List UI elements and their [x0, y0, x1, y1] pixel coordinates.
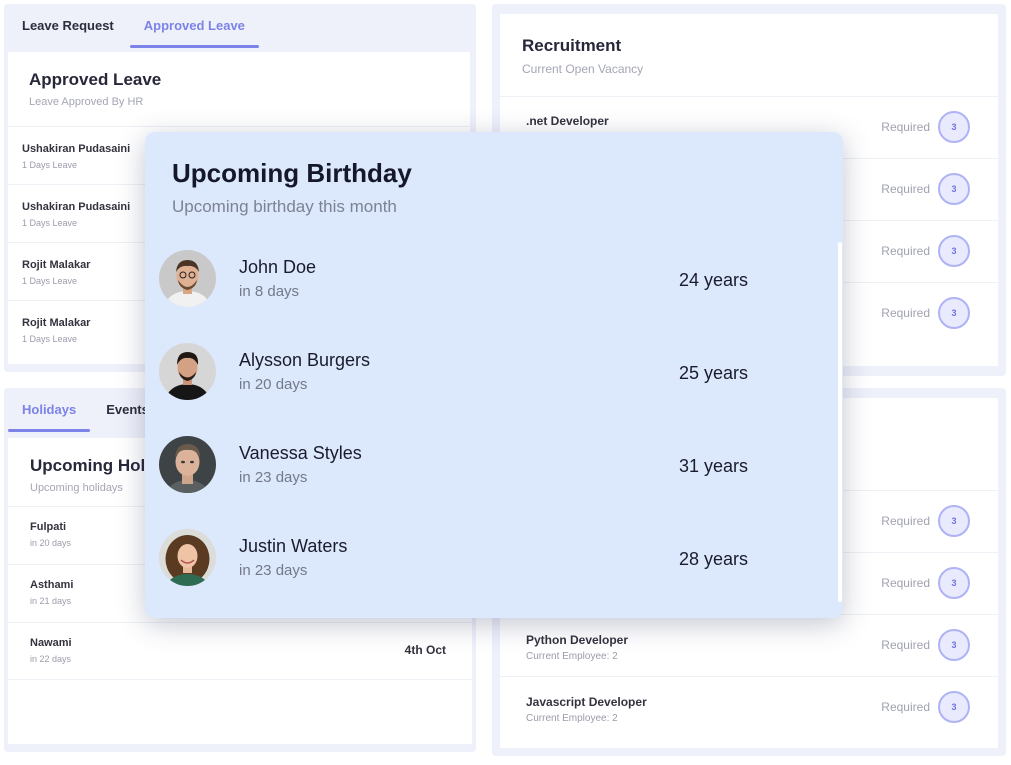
holiday-row[interactable]: Nawami in 22 days 4th Oct — [8, 622, 472, 680]
holidays-tabs: Holidays Events — [8, 388, 163, 432]
employee-row[interactable]: Javascript Developer Current Employee: 2… — [500, 676, 998, 738]
leave-row-meta: 1 Days Leave — [22, 160, 78, 170]
required-count: Required 3 — [881, 235, 970, 267]
upcoming-birthday-modal: Upcoming Birthday Upcoming birthday this… — [145, 132, 843, 618]
leave-row-name: Ushakiran Pudasaini — [22, 201, 131, 213]
person-days-until: in 23 days — [239, 562, 308, 579]
employee-role: Javascript Developer — [526, 695, 647, 709]
required-count-badge: 3 — [938, 629, 970, 661]
required-count-badge: 3 — [938, 173, 970, 205]
approved-leave-subtitle: Leave Approved By HR — [29, 96, 144, 108]
avatar — [159, 250, 216, 307]
recruitment-title: Recruitment — [522, 36, 622, 55]
person-name: Alysson Burgers — [239, 350, 371, 370]
birthday-scrollbar[interactable] — [838, 242, 842, 602]
required-count-badge: 3 — [938, 297, 970, 329]
person-age: 25 years — [679, 363, 749, 383]
required-label: Required — [881, 514, 930, 528]
required-label: Required — [881, 306, 930, 320]
required-count: Required 3 — [881, 111, 970, 143]
birthday-list-item[interactable]: John Doe in 8 days 24 years — [159, 250, 799, 310]
avatar — [159, 343, 216, 400]
holiday-meta: in 21 days — [30, 596, 72, 606]
leave-row-name: Rojit Malakar — [22, 317, 91, 329]
holiday-date: 4th Oct — [404, 643, 446, 657]
person-name: Vanessa Styles — [239, 443, 362, 463]
employee-meta: Current Employee: 2 — [526, 713, 618, 724]
birthday-list-item[interactable]: Justin Waters in 23 days 28 years — [159, 529, 799, 589]
required-label: Required — [881, 244, 930, 258]
person-age: 28 years — [679, 549, 749, 569]
required-count-badge: 3 — [938, 691, 970, 723]
holiday-name: Nawami — [30, 637, 72, 649]
required-count: Required 3 — [881, 629, 970, 661]
required-count-badge: 3 — [938, 567, 970, 599]
vacancy-role: .net Developer — [526, 114, 609, 128]
birthday-list-item[interactable]: Alysson Burgers in 20 days 25 years — [159, 343, 799, 403]
required-label: Required — [881, 638, 930, 652]
required-count-badge: 3 — [938, 111, 970, 143]
employee-meta: Current Employee: 2 — [526, 651, 618, 662]
required-count: Required 3 — [881, 567, 970, 599]
holiday-meta: in 22 days — [30, 654, 72, 664]
tab-holidays[interactable]: Holidays — [8, 388, 91, 432]
employee-row[interactable]: Python Developer Current Employee: 2 Req… — [500, 614, 998, 676]
tab-leave-request[interactable]: Leave Request — [8, 4, 128, 48]
required-count: Required 3 — [881, 173, 970, 205]
birthday-subtitle: Upcoming birthday this month — [172, 197, 397, 216]
required-count-badge: 3 — [938, 235, 970, 267]
leave-row-name: Ushakiran Pudasaini — [22, 143, 131, 155]
approved-leave-title: Approved Leave — [29, 70, 162, 89]
required-label: Required — [881, 700, 930, 714]
recruitment-subtitle: Current Open Vacancy — [522, 62, 644, 76]
holiday-name: Asthami — [30, 579, 74, 591]
holidays-subtitle: Upcoming holidays — [30, 482, 123, 494]
holiday-meta: in 20 days — [30, 538, 72, 548]
person-name: Justin Waters — [239, 536, 348, 556]
person-days-until: in 20 days — [239, 376, 308, 393]
person-age: 24 years — [679, 270, 749, 290]
required-count-badge: 3 — [938, 505, 970, 537]
leave-tabs: Leave Request Approved Leave — [8, 4, 260, 48]
employee-role: Python Developer — [526, 633, 629, 647]
person-age: 31 years — [679, 456, 749, 476]
leave-row-meta: 1 Days Leave — [22, 276, 78, 286]
person-name: John Doe — [239, 257, 317, 277]
avatar — [159, 529, 216, 586]
tab-approved-leave[interactable]: Approved Leave — [129, 4, 260, 48]
required-label: Required — [881, 120, 930, 134]
birthday-list-item[interactable]: Vanessa Styles in 23 days 31 years — [159, 436, 799, 496]
required-count: Required 3 — [881, 691, 970, 723]
leave-row-meta: 1 Days Leave — [22, 334, 78, 344]
required-label: Required — [881, 182, 930, 196]
person-days-until: in 23 days — [239, 469, 308, 486]
person-days-until: in 8 days — [239, 283, 300, 300]
required-count: Required 3 — [881, 505, 970, 537]
leave-row-name: Rojit Malakar — [22, 259, 91, 271]
required-count: Required 3 — [881, 297, 970, 329]
holiday-name: Fulpati — [30, 521, 67, 533]
leave-row-meta: 1 Days Leave — [22, 218, 78, 228]
birthday-title: Upcoming Birthday — [172, 158, 412, 188]
required-label: Required — [881, 576, 930, 590]
avatar — [159, 436, 216, 493]
